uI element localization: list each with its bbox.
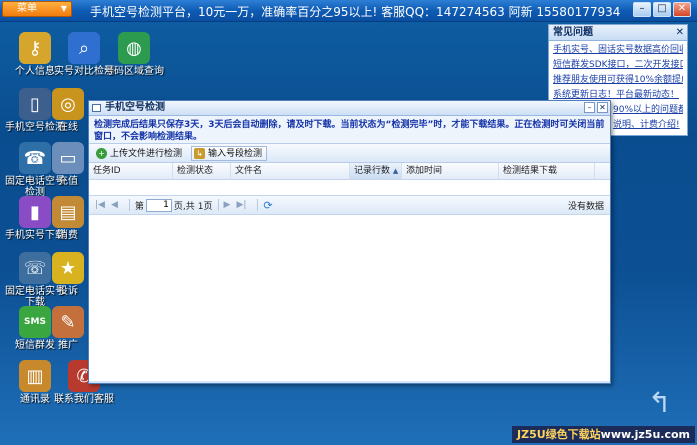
app-title: 手机空号检测平台，10元一万，准确率百分之95以上! 客服QQ：14727456… [90,5,621,19]
menu-label: 菜单 [17,3,37,14]
book-icon: ▥ [19,360,51,392]
issue-link[interactable]: 手机实号、固话实号数据高价回收 [553,43,683,58]
window-icon [92,104,101,112]
desktop-icon-promotion[interactable]: ✎ 推广 [48,306,88,351]
upload-file-button[interactable]: + 上传文件进行检测 [93,146,187,161]
telephone-download-icon: ☏ [19,252,51,284]
column-result-download[interactable]: 检测结果下载 [499,163,595,179]
desktop-icon-recharge[interactable]: ▭ 充值 [48,142,88,187]
dialog-title: 手机空号检测 [105,102,165,113]
column-status[interactable]: 检测状态 [173,163,231,179]
watermark: JZ5U绿色下载站www.jz5u.com [512,426,695,443]
close-icon[interactable]: ✕ [676,25,684,40]
star-icon: ★ [52,252,84,284]
key-icon: ⚷ [19,32,51,64]
column-row-count[interactable]: 记录行数 ▲ [350,163,402,179]
first-page-icon[interactable]: |◀ [95,200,105,210]
next-page-icon[interactable]: ▶ [224,200,231,210]
telephone-icon: ☎ [19,142,51,174]
refresh-icon[interactable]: ⟳ [263,199,272,212]
import-icon: ↳ [194,148,206,159]
dialog-close-button[interactable]: ✕ [597,102,608,113]
pagination-bar: |◀ ◀ 第 页,共 1页 ▶ ▶| ⟳ 没有数据 [89,195,610,215]
coins-icon: ◎ [52,88,84,120]
desktop-icon-region-query[interactable]: ◍ 号码区域查询 [104,32,164,77]
issue-link[interactable]: 短信群发SDK接口，二次开发接口 [553,58,683,73]
arrow-icon: ↰ [648,386,672,419]
tag-icon: ✎ [52,306,84,338]
globe-icon: ◍ [118,32,150,64]
mobile-download-icon: ▮ [19,196,51,228]
desktop-icon-complaint[interactable]: ★ 投诉 [48,252,88,297]
page-number-input[interactable] [145,198,172,212]
desktop-icon-online[interactable]: ◎ 在线 [48,88,88,133]
prev-page-icon[interactable]: ◀ [111,200,118,210]
close-button[interactable]: ✕ [673,2,691,17]
dialog-title-bar: 手机空号检测 – ✕ [89,101,610,116]
sort-asc-icon: ▲ [392,167,399,175]
magnifier-icon: ⌕ [68,32,100,64]
column-task-id[interactable]: 任务ID [89,163,173,179]
issues-header: 常见问题 ✕ [549,25,687,41]
chevron-down-icon: ▼ [60,4,67,13]
plus-icon: + [96,148,107,159]
title-bar: 菜单 ▼ 手机空号检测平台，10元一万，准确率百分之95以上! 客服QQ：147… [0,0,697,22]
last-page-icon[interactable]: ▶| [236,200,246,210]
dialog-minimize-button[interactable]: – [584,102,595,113]
minimize-button[interactable]: – [633,2,651,17]
import-range-button[interactable]: ↳ 输入号段检测 [191,146,268,161]
column-filename[interactable]: 文件名 [231,163,350,179]
notice-text: 检测完成后结果只保存3天，3天后会自动删除，请及时下载。当前状态为“检测完毕”时… [89,116,610,143]
menu-button[interactable]: 菜单 ▼ [2,1,72,17]
task-grid: 任务ID 检测状态 文件名 记录行数 ▲ 添加时间 检测结果下载 |◀ ◀ 第 … [89,163,610,381]
empty-number-check-dialog: 手机空号检测 – ✕ 检测完成后结果只保存3天，3天后会自动删除，请及时下载。当… [88,100,611,384]
issue-link[interactable]: 推荐朋友使用可获得10%余额提成 [553,73,683,88]
window-controls: – □ ✕ [633,2,691,17]
column-added-time[interactable]: 添加时间 [402,163,499,179]
sms-icon: SMS [19,306,51,338]
status-text: 没有数据 [567,201,604,212]
document-icon: ▤ [52,196,84,228]
phone-icon: ▯ [19,88,51,120]
card-icon: ▭ [52,142,84,174]
desktop-icon-consumption[interactable]: ▤ 消费 [48,196,88,241]
dialog-toolbar: + 上传文件进行检测 ↳ 输入号段检测 [89,143,610,163]
maximize-button[interactable]: □ [653,2,671,17]
grid-header: 任务ID 检测状态 文件名 记录行数 ▲ 添加时间 检测结果下载 [89,163,610,180]
